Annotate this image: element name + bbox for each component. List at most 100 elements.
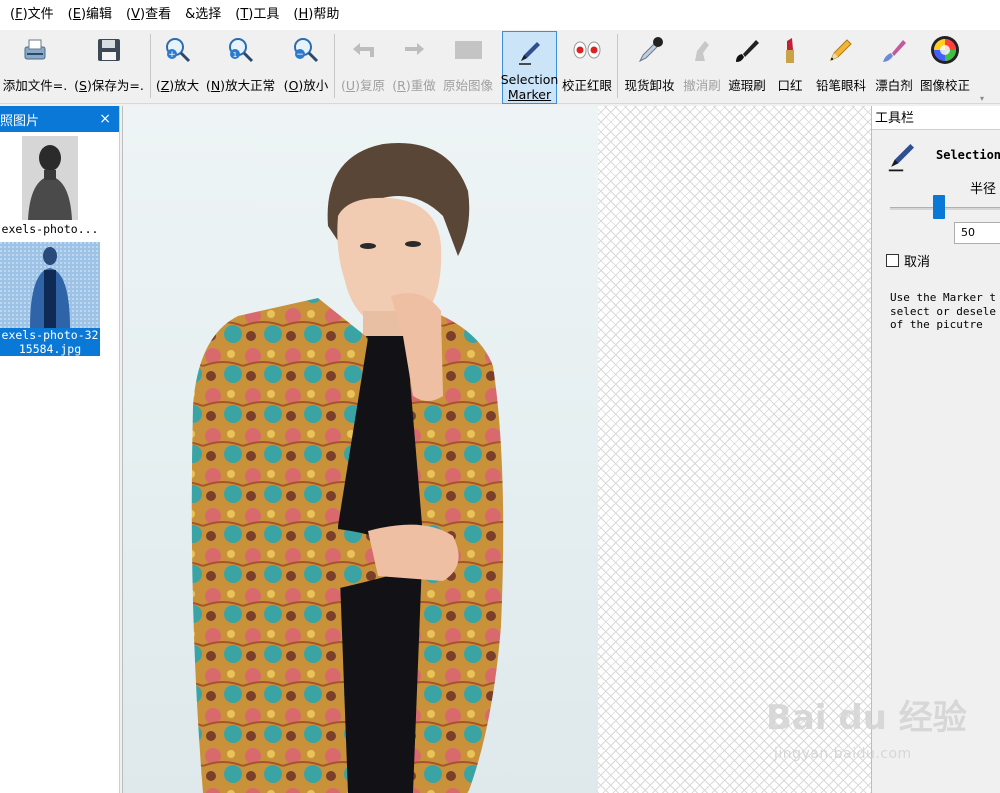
radius-input[interactable]: 50 [954, 222, 1000, 244]
zoom-out-label: (O)放小 [283, 78, 329, 93]
menu-file-label: 文件 [27, 7, 54, 22]
close-icon[interactable]: × [99, 111, 111, 127]
remove-makeup-button[interactable]: 现货卸妆 [621, 30, 678, 102]
color-correct-label: 图像校正 [919, 78, 970, 93]
tool-title: Selection [936, 148, 1000, 162]
undo-text: 复原 [359, 78, 385, 93]
menu-view-label: 查看 [145, 7, 172, 22]
toolbar: 添加文件=. (S)保存为=. + (Z)放大 1 (N)放大正常 − (O)放… [0, 30, 1000, 104]
marker-pen-icon [513, 32, 547, 72]
color-wheel-icon [928, 30, 962, 70]
image-list-panel: 照图片 × exels-photo... exels-photo-32 1558… [0, 106, 120, 793]
menu-edit-key: E [72, 7, 81, 22]
blemish-brush-label: 遮瑕刷 [728, 78, 766, 93]
thumbnail-caption: exels-photo... [1, 222, 99, 236]
undo-brush-icon [685, 30, 719, 70]
svg-text:−: − [296, 50, 304, 60]
toolbar-separator [617, 34, 618, 98]
floppy-disk-icon [92, 30, 126, 70]
zoom-out-key: O [288, 78, 299, 93]
menu-tools[interactable]: (T)工具 [228, 0, 286, 30]
undo-brush-button[interactable]: 撤消刷 [679, 30, 725, 102]
zoom-normal-key: N [210, 78, 221, 93]
marker-pen-icon [884, 138, 920, 177]
toolbar-separator [334, 34, 335, 98]
redo-key: R [397, 78, 406, 93]
save-as-text: 保存为=. [91, 78, 144, 93]
thumbnail-image-bw [22, 136, 78, 220]
menu-edit[interactable]: (E)编辑 [61, 0, 119, 30]
menu-file-key: F [15, 7, 23, 22]
original-image-button[interactable]: 原始图像 [440, 30, 496, 102]
thumbnail-item-selected[interactable]: exels-photo-32 15584.jpg [0, 242, 100, 356]
menu-select-label: &选择 [185, 7, 222, 22]
red-eye-label: 校正红眼 [561, 78, 612, 93]
lipstick-icon [773, 30, 807, 70]
svg-text:+: + [168, 50, 176, 60]
tool-options-header: 工具栏 [872, 106, 1000, 130]
zoom-normal-button[interactable]: 1 (N)放大正常 [203, 30, 278, 102]
add-file-label: 添加文件=. [2, 78, 68, 93]
save-as-button[interactable]: (S)保存为=. [71, 30, 147, 102]
menu-help-key: H [298, 7, 309, 22]
menu-edit-label: 编辑 [86, 7, 113, 22]
red-eye-button[interactable]: 校正红眼 [559, 30, 615, 102]
blemish-brush-button[interactable]: 遮瑕刷 [726, 30, 768, 102]
zoom-in-text: 放大 [174, 78, 200, 93]
brush-icon [730, 30, 764, 70]
zoom-out-text: 放小 [303, 78, 329, 93]
thumbnail-caption-line1: exels-photo-32 [0, 328, 100, 342]
radius-label: 半径 [970, 182, 997, 197]
whitener-label: 漂白剂 [875, 78, 913, 93]
redo-button[interactable]: (R)重做 [389, 30, 439, 102]
portrait-photo [123, 106, 598, 793]
menu-view[interactable]: (V)查看 [119, 0, 178, 30]
whitener-button[interactable]: 漂白剂 [872, 30, 916, 102]
menu-file[interactable]: (F)文件 [3, 0, 61, 30]
menu-help[interactable]: (H)帮助 [286, 0, 346, 30]
undo-button[interactable]: (U)复原 [338, 30, 388, 102]
menu-bar: (F)文件 (E)编辑 (V)查看 &选择 (T)工具 (H)帮助 [0, 0, 1000, 30]
selection-marker-line1: Selection [500, 72, 559, 87]
zoom-in-button[interactable]: + (Z)放大 [154, 30, 201, 102]
toolbar-separator [150, 34, 151, 98]
pencil-icon [824, 30, 858, 70]
save-as-key: S [79, 78, 87, 93]
original-image-icon [451, 30, 485, 70]
zoom-out-button[interactable]: − (O)放小 [281, 30, 331, 102]
zoom-normal-text: 放大正常 [225, 78, 276, 93]
zoom-in-key: Z [160, 78, 170, 93]
zoom-normal-icon: 1 [224, 30, 258, 70]
image-canvas[interactable] [122, 106, 871, 793]
eyeliner-label: 铅笔眼科 [815, 78, 866, 93]
redo-arrow-icon [397, 30, 431, 70]
zoom-in-label: (Z)放大 [155, 78, 200, 93]
thumbnail-item[interactable]: exels-photo... [0, 136, 100, 236]
undo-label: (U)复原 [341, 78, 385, 93]
selection-marker-label: Selection Marker [501, 72, 559, 102]
radius-slider-thumb[interactable] [933, 195, 945, 219]
menu-help-label: 帮助 [313, 7, 340, 22]
cancel-label: 取消 [904, 255, 931, 270]
remove-makeup-label: 现货卸妆 [624, 78, 675, 93]
original-image-label: 原始图像 [442, 78, 493, 93]
dropper-icon [633, 30, 667, 70]
thumbnail-caption-line2: 15584.jpg [0, 342, 100, 356]
undo-brush-label: 撤消刷 [683, 78, 721, 93]
lipstick-button[interactable]: 口红 [770, 30, 810, 102]
color-correct-button[interactable]: 图像校正 [917, 30, 973, 102]
cancel-checkbox[interactable]: 取消 [886, 251, 930, 270]
add-file-button[interactable]: 添加文件=. [0, 30, 70, 102]
checkbox-box[interactable] [886, 254, 899, 267]
radius-slider-track[interactable] [890, 207, 1000, 210]
toolbar-overflow-icon[interactable]: ▾ [980, 94, 984, 103]
image-list-title: 照图片 [0, 113, 40, 129]
selection-marker-line2: Marker [507, 87, 552, 102]
transparent-checkerboard [598, 106, 871, 793]
selection-marker-button[interactable]: Selection Marker [501, 31, 559, 104]
eyeliner-button[interactable]: 铅笔眼科 [812, 30, 870, 102]
save-as-label: (S)保存为=. [74, 78, 144, 93]
redo-label: (R)重做 [392, 78, 436, 93]
menu-select[interactable]: &选择 [178, 0, 228, 30]
image-list-header: 照图片 × [0, 106, 119, 132]
